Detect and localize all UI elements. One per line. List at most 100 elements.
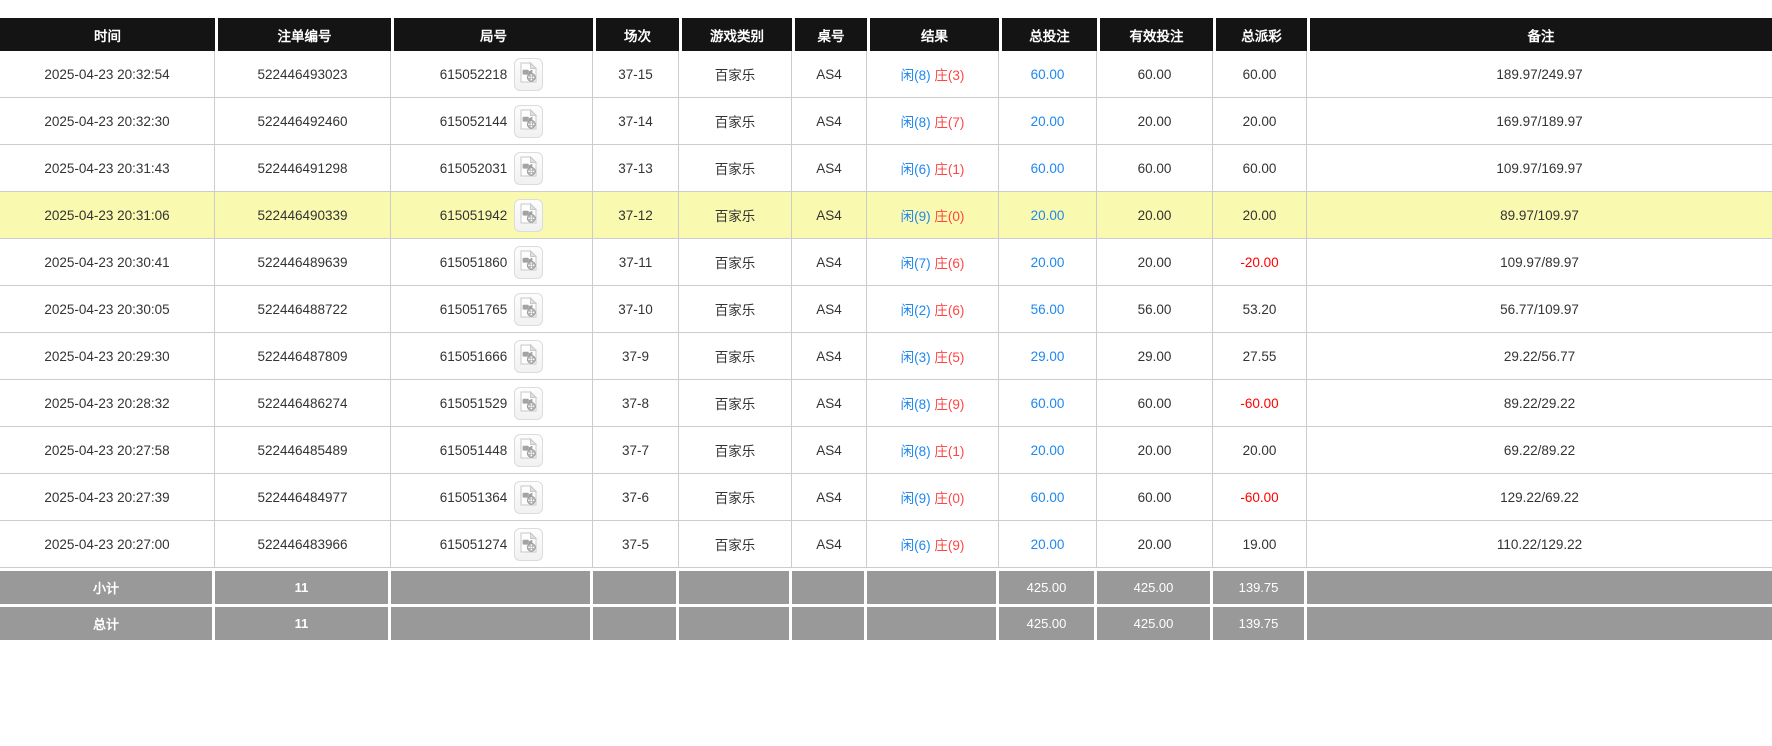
cell-game-type: 百家乐: [679, 98, 792, 145]
total-valid-bet: 425.00: [1097, 604, 1213, 640]
cell-result: 闲(8) 庄(9): [867, 380, 999, 427]
table-row[interactable]: 2025-04-23 20:30:05 522446488722 615051765…: [0, 286, 1772, 333]
cell-valid-bet: 20.00: [1097, 521, 1213, 568]
cell-valid-bet: 29.00: [1097, 333, 1213, 380]
cell-game-type: 百家乐: [679, 333, 792, 380]
total-note-empty: [1307, 604, 1772, 640]
subtotal-game-empty: [679, 568, 792, 604]
total-label: 总计: [0, 604, 215, 640]
cell-result: 闲(2) 庄(6): [867, 286, 999, 333]
cell-total-payout: 60.00: [1213, 145, 1307, 192]
total-session-empty: [593, 604, 679, 640]
round-id-group: 615052144: [439, 104, 544, 138]
round-id-group: 615051448: [440, 433, 544, 467]
cell-game-type: 百家乐: [679, 239, 792, 286]
cell-note: 110.22/129.22: [1307, 521, 1772, 568]
video-replay-button[interactable]: [514, 527, 544, 561]
round-id-group: 615051942: [439, 198, 544, 232]
video-replay-button[interactable]: [514, 339, 544, 373]
table-row[interactable]: 2025-04-23 20:27:00 522446483966 615051274…: [0, 521, 1772, 568]
cell-time: 2025-04-23 20:31:06: [0, 192, 215, 239]
cell-note: 169.97/189.97: [1307, 98, 1772, 145]
table-row[interactable]: 2025-04-23 20:28:32 522446486274 615051529…: [0, 380, 1772, 427]
video-replay-button[interactable]: [514, 433, 544, 467]
subtotal-result-empty: [867, 568, 999, 604]
cell-result: 闲(9) 庄(0): [867, 192, 999, 239]
cell-round-id: 615051448: [391, 427, 593, 474]
cell-session: 37-13: [593, 145, 679, 192]
cell-valid-bet: 60.00: [1097, 145, 1213, 192]
cell-result: 闲(8) 庄(3): [867, 51, 999, 98]
cell-table-no: AS4: [792, 427, 867, 474]
cell-valid-bet: 20.00: [1097, 239, 1213, 286]
table-row[interactable]: 2025-04-23 20:27:39 522446484977 615051364…: [0, 474, 1772, 521]
video-replay-button[interactable]: [514, 151, 544, 185]
cell-result: 闲(6) 庄(1): [867, 145, 999, 192]
round-id-group: 615052218: [440, 57, 544, 91]
result-banker: 庄(9): [934, 538, 965, 553]
video-replay-icon: [520, 249, 538, 274]
video-replay-button[interactable]: [514, 57, 544, 91]
cell-time: 2025-04-23 20:32:30: [0, 98, 215, 145]
cell-round-id: 615052218: [391, 51, 593, 98]
video-replay-button[interactable]: [514, 198, 544, 232]
column-header-result: 结果: [867, 18, 999, 51]
result-player: 闲(8): [900, 68, 931, 83]
cell-time: 2025-04-23 20:29:30: [0, 333, 215, 380]
round-id-text: 615051274: [439, 536, 508, 552]
cell-result: 闲(7) 庄(6): [867, 239, 999, 286]
cell-total-bet: 20.00: [999, 98, 1097, 145]
bet-records-page: 时间 注单编号 局号 场次 游戏类别 桌号 结果 总投注 有效投注 总派彩 备注 2025-04-2…: [0, 0, 1772, 746]
video-replay-button[interactable]: [514, 292, 544, 326]
video-replay-icon: [520, 61, 538, 86]
table-row[interactable]: 2025-04-23 20:30:41 522446489639 615051860…: [0, 239, 1772, 286]
cell-result: 闲(9) 庄(0): [867, 474, 999, 521]
cell-total-payout: 60.00: [1213, 51, 1307, 98]
cell-time: 2025-04-23 20:28:32: [0, 380, 215, 427]
total-row: 总计 11 425.00 425.00 139.75: [0, 604, 1772, 640]
video-replay-icon: [520, 202, 538, 227]
cell-total-payout: 53.20: [1213, 286, 1307, 333]
table-row[interactable]: 2025-04-23 20:29:30 522446487809 615051666…: [0, 333, 1772, 380]
round-id-group: 615051765: [440, 292, 544, 326]
cell-total-bet: 20.00: [999, 239, 1097, 286]
result-player: 闲(8): [900, 444, 931, 459]
round-id-group: 615051860: [440, 245, 544, 279]
cell-total-bet: 56.00: [999, 286, 1097, 333]
video-replay-button[interactable]: [514, 104, 544, 138]
table-row[interactable]: 2025-04-23 20:27:58 522446485489 615051448…: [0, 427, 1772, 474]
table-row[interactable]: 2025-04-23 20:32:54 522446493023 615052218…: [0, 51, 1772, 98]
round-id-text: 615052031: [439, 160, 508, 176]
cell-note: 189.97/249.97: [1307, 51, 1772, 98]
cell-game-type: 百家乐: [679, 521, 792, 568]
video-replay-button[interactable]: [514, 480, 544, 514]
table-row[interactable]: 2025-04-23 20:31:43 522446491298 615052031…: [0, 145, 1772, 192]
cell-game-type: 百家乐: [679, 286, 792, 333]
result-player: 闲(8): [900, 397, 931, 412]
video-replay-button[interactable]: [514, 245, 544, 279]
video-replay-icon: [520, 531, 538, 556]
round-id-text: 615052144: [439, 113, 508, 129]
cell-table-no: AS4: [792, 380, 867, 427]
result-banker: 庄(6): [934, 303, 965, 318]
table-row[interactable]: 2025-04-23 20:32:30 522446492460 615052144…: [0, 98, 1772, 145]
cell-result: 闲(3) 庄(5): [867, 333, 999, 380]
cell-game-type: 百家乐: [679, 380, 792, 427]
video-replay-button[interactable]: [514, 386, 544, 420]
video-replay-icon: [520, 155, 538, 180]
table-row[interactable]: 2025-04-23 20:31:06 522446490339 615051942…: [0, 192, 1772, 239]
cell-table-no: AS4: [792, 286, 867, 333]
cell-table-no: AS4: [792, 239, 867, 286]
cell-valid-bet: 20.00: [1097, 192, 1213, 239]
round-id-text: 615051942: [439, 207, 508, 223]
cell-table-no: AS4: [792, 145, 867, 192]
cell-result: 闲(8) 庄(1): [867, 427, 999, 474]
cell-time: 2025-04-23 20:30:05: [0, 286, 215, 333]
bet-records-table: 时间 注单编号 局号 场次 游戏类别 桌号 结果 总投注 有效投注 总派彩 备注 2025-04-2…: [0, 18, 1772, 640]
cell-note: 29.22/56.77: [1307, 333, 1772, 380]
column-header-session: 场次: [593, 18, 679, 51]
result-banker: 庄(3): [934, 68, 965, 83]
cell-round-id: 615051529: [391, 380, 593, 427]
result-player: 闲(9): [900, 209, 931, 224]
round-id-group: 615051364: [440, 480, 544, 514]
